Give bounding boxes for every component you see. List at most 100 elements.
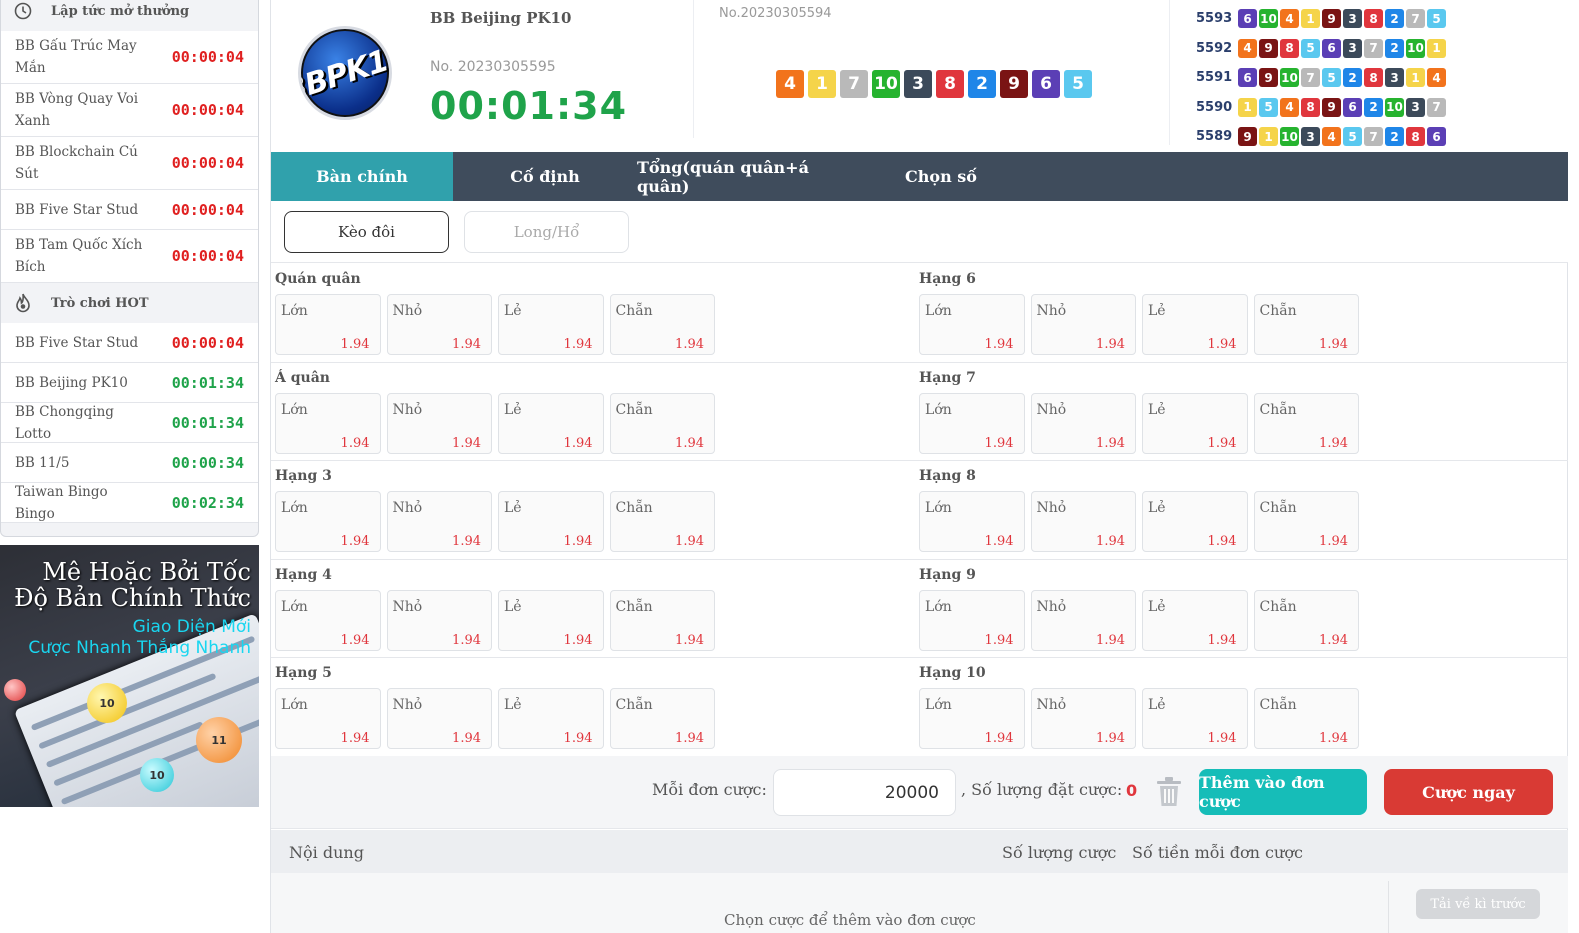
- bet-option-cell[interactable]: Nhỏ 1.94: [1030, 688, 1136, 749]
- subtab-keo-doi[interactable]: Kèo đôi: [284, 211, 449, 253]
- game-list-item[interactable]: BB Beijing PK10 00:01:34: [1, 363, 258, 403]
- bet-option-cell[interactable]: Lẻ 1.94: [498, 589, 604, 651]
- add-to-slip-button[interactable]: Thêm vào đơn cược: [1199, 769, 1367, 815]
- bet-option-label: Lẻ: [504, 598, 522, 615]
- bet-option-cell[interactable]: Nhỏ 1.94: [386, 589, 492, 651]
- game-list-item[interactable]: BB Blockchain Cú Sút 00:00:04: [1, 137, 258, 190]
- history-ball: 8: [1280, 38, 1299, 58]
- history-ball: 10: [1280, 127, 1299, 147]
- result-ball: 1: [808, 70, 836, 98]
- game-list-item[interactable]: BB 11/5 00:00:34: [1, 443, 258, 483]
- clock-icon: [13, 1, 33, 21]
- position-label: Á quân: [275, 369, 330, 386]
- bet-option-cell[interactable]: Chẵn 1.94: [1253, 688, 1359, 749]
- bet-option-cell[interactable]: Chẵn 1.94: [609, 589, 715, 651]
- bet-option-cell[interactable]: Lớn 1.94: [919, 294, 1025, 355]
- main-tab-bar: Bàn chính Cố định Tổng(quán quân+á quân) Ch…: [271, 152, 1569, 201]
- bet-grid: Quán quân Lớn 1.94 Nhỏ 1.94 Lẻ 1.94 Chẵn 1.94 Hạn…: [271, 264, 1569, 757]
- sub-tab-bar: Kèo đôi Long/Hổ: [271, 201, 1569, 263]
- bet-option-cell[interactable]: Lẻ 1.94: [1142, 589, 1248, 651]
- bet-option-cell[interactable]: Nhỏ 1.94: [386, 688, 492, 749]
- tab-chon-so[interactable]: Chọn số: [849, 152, 1033, 201]
- bet-amount-input[interactable]: [773, 769, 956, 816]
- bet-option-label: Lẻ: [1148, 500, 1166, 516]
- bet-option-cell[interactable]: Nhỏ 1.94: [1030, 392, 1136, 454]
- game-list-item[interactable]: BB Gấu Trúc May Mắn 00:00:04: [1, 31, 258, 84]
- subtab-long-ho[interactable]: Long/Hổ: [464, 211, 629, 253]
- bet-option-cell[interactable]: Lớn 1.94: [275, 589, 381, 651]
- bet-option-cell[interactable]: Nhỏ 1.94: [1030, 491, 1136, 552]
- bet-option-cell[interactable]: Lớn 1.94: [275, 688, 381, 749]
- result-ball: 6: [1032, 70, 1060, 98]
- bet-option-cell[interactable]: Lớn 1.94: [275, 294, 381, 355]
- bet-now-button[interactable]: Cược ngay: [1384, 769, 1553, 815]
- trash-icon[interactable]: [1154, 775, 1184, 809]
- tab-ban-chinh[interactable]: Bàn chính: [271, 152, 453, 201]
- history-ball: 5: [1301, 38, 1320, 58]
- history-ball: 5: [1427, 9, 1446, 29]
- history-ball: 4: [1280, 9, 1299, 29]
- history-issue: 5591: [1196, 70, 1233, 86]
- bet-option-cell[interactable]: Lớn 1.94: [919, 688, 1025, 749]
- bet-option-cell[interactable]: Lớn 1.94: [919, 589, 1025, 651]
- history-ball: 8: [1301, 97, 1320, 117]
- bet-option-cell[interactable]: Lẻ 1.94: [498, 688, 604, 749]
- history-row: 5592 4 9 8 5 6 3 7 2 10 1: [1196, 34, 1448, 64]
- bet-option-label: Chẵn: [615, 401, 653, 418]
- bet-option-cell[interactable]: Lớn 1.94: [275, 491, 381, 552]
- bet-option-cell[interactable]: Chẵn 1.94: [609, 294, 715, 355]
- bet-option-cell[interactable]: Lẻ 1.94: [498, 491, 604, 552]
- history-ball: 9: [1238, 127, 1257, 147]
- bet-option-cell[interactable]: Chẵn 1.94: [1253, 294, 1359, 355]
- bet-option-label: Lớn: [281, 598, 308, 615]
- load-previous-button[interactable]: Tải về kì trước: [1416, 889, 1540, 919]
- bet-option-cell[interactable]: Lẻ 1.94: [1142, 491, 1248, 552]
- bet-option-cell[interactable]: Chẵn 1.94: [1253, 491, 1359, 552]
- bet-option-odds: 1.94: [1096, 632, 1125, 648]
- bet-option-cell[interactable]: Chẵn 1.94: [1253, 392, 1359, 454]
- bet-option-odds: 1.94: [340, 435, 370, 451]
- bet-option-odds: 1.94: [984, 632, 1014, 648]
- bet-option-label: Nhỏ: [392, 697, 423, 713]
- game-list-item[interactable]: BB Chongqing Lotto 00:01:34: [1, 403, 258, 443]
- bet-option-label: Lớn: [925, 401, 952, 418]
- bet-option-cell[interactable]: Nhỏ 1.94: [1030, 589, 1136, 651]
- promo-banner[interactable]: 10 11 10 Mê Hoặc Bởi Tốc Độ Bản Chính Th…: [0, 545, 259, 807]
- history-ball: 7: [1364, 127, 1383, 147]
- bet-option-cell[interactable]: Chẵn 1.94: [1253, 589, 1359, 651]
- history-issue: 5590: [1196, 99, 1233, 115]
- bet-option-cell[interactable]: Nhỏ 1.94: [1030, 294, 1136, 355]
- game-list-item[interactable]: BB Vòng Quay Voi Xanh 00:00:04: [1, 84, 258, 137]
- position-label: Hạng 3: [275, 468, 332, 484]
- game-list-item[interactable]: BB Tam Quốc Xích Bích 00:00:04: [1, 230, 258, 283]
- bet-option-cell[interactable]: Lớn 1.94: [919, 491, 1025, 552]
- bet-option-cell[interactable]: Lớn 1.94: [919, 392, 1025, 454]
- history-ball: 3: [1385, 68, 1404, 88]
- result-ball: 2: [968, 70, 996, 98]
- bet-option-cell[interactable]: Lẻ 1.94: [498, 392, 604, 454]
- game-list-item[interactable]: BB Five Star Stud 00:00:04: [1, 323, 258, 363]
- history-ball: 9: [1259, 68, 1278, 88]
- bet-option-cell[interactable]: Lẻ 1.94: [1142, 688, 1248, 749]
- bet-option-cell[interactable]: Nhỏ 1.94: [386, 491, 492, 552]
- game-list-item[interactable]: Taiwan Bingo Bingo 00:02:34: [1, 483, 258, 523]
- history-ball: 8: [1364, 9, 1383, 29]
- tab-tong[interactable]: Tổng(quán quân+á quân): [637, 152, 849, 201]
- tab-co-dinh[interactable]: Cố định: [453, 152, 637, 201]
- bet-option-cell[interactable]: Nhỏ 1.94: [386, 392, 492, 454]
- bet-option-cell[interactable]: Lẻ 1.94: [1142, 294, 1248, 355]
- bet-option-cell[interactable]: Lẻ 1.94: [1142, 392, 1248, 454]
- bet-option-odds: 1.94: [1207, 632, 1237, 648]
- bet-option-cell[interactable]: Lớn 1.94: [275, 392, 381, 454]
- bet-option-cell[interactable]: Chẵn 1.94: [609, 392, 715, 454]
- bet-option-cell[interactable]: Nhỏ 1.94: [386, 294, 492, 355]
- lottery-ball-icon: 10: [87, 683, 127, 723]
- position-group: Hạng 10 Lớn 1.94 Nhỏ 1.94 Lẻ 1.94 Chẵn 1.94: [915, 658, 1365, 749]
- bet-option-cell[interactable]: Lẻ 1.94: [498, 294, 604, 355]
- bet-option-odds: 1.94: [675, 534, 704, 549]
- slip-empty-message: Chọn cược để thêm vào đơn cược: [724, 911, 976, 929]
- game-list-item[interactable]: BB Five Star Stud 00:00:04: [1, 190, 258, 230]
- bet-option-cell[interactable]: Chẵn 1.94: [609, 688, 715, 749]
- history-ball: 5: [1343, 127, 1362, 147]
- bet-option-cell[interactable]: Chẵn 1.94: [609, 491, 715, 552]
